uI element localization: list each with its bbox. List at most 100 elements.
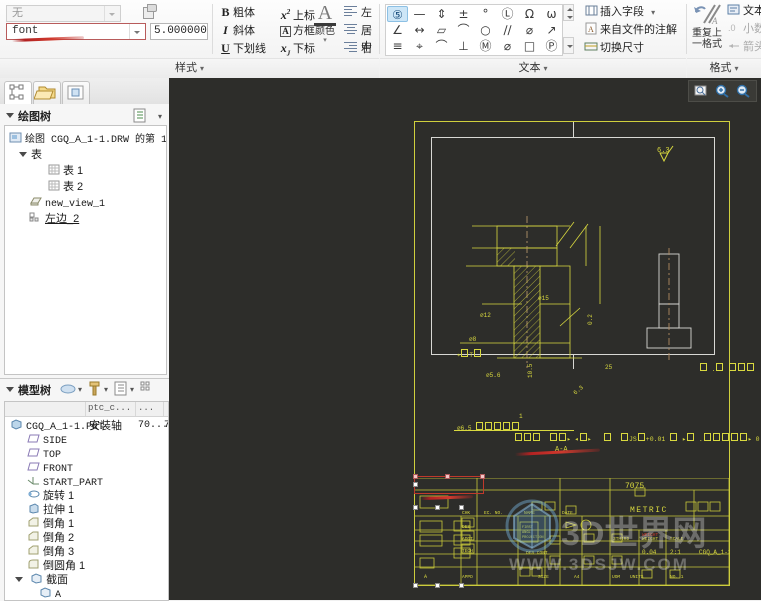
dimension-text[interactable]: ⌀15 xyxy=(538,295,549,302)
chevron-down-icon[interactable] xyxy=(19,152,27,157)
drawing-tree-node-new-view-1[interactable]: new_view_1 xyxy=(29,196,105,210)
chevron-down-icon[interactable]: ▾ xyxy=(158,112,162,121)
symbol-plusminus[interactable]: ± xyxy=(453,6,474,22)
model-tree-title[interactable]: 模型树 xyxy=(6,381,51,401)
symbol-std[interactable]: ⑤ xyxy=(387,6,408,22)
bold-button[interactable]: B 粗体 xyxy=(218,3,255,21)
toggle-dimension-button[interactable]: 切换尺寸 xyxy=(584,40,644,56)
symbol-perpendicular[interactable]: ⊥ xyxy=(453,38,474,54)
tools-icon[interactable] xyxy=(88,381,102,400)
list-settings-icon[interactable] xyxy=(133,108,147,123)
bolt-note[interactable]: . xyxy=(699,363,755,373)
chevron-down-icon[interactable] xyxy=(15,577,23,582)
section-label[interactable]: A-A xyxy=(555,447,568,454)
symbol-circularity[interactable]: ○ xyxy=(475,22,496,38)
note-from-file-button[interactable]: A 来自文件的注解 xyxy=(584,22,677,38)
zoom-out-button[interactable] xyxy=(734,83,753,99)
symbol-m-circle[interactable]: Ⓜ xyxy=(475,38,496,54)
dimension-text[interactable]: 0.2 xyxy=(587,314,594,325)
symbol-symmetry[interactable]: ↔ xyxy=(409,22,430,38)
superscript-button[interactable]: x2 上标 xyxy=(278,3,315,22)
drag-handle[interactable] xyxy=(413,583,418,588)
surface-finish-note[interactable]: 6.3 xyxy=(572,384,585,396)
folder-browser-tab[interactable] xyxy=(33,81,61,104)
zoom-in-button[interactable] xyxy=(713,83,732,99)
model-tree-row-top[interactable]: TOP xyxy=(27,447,61,461)
symbol-scroll-up[interactable] xyxy=(563,4,574,21)
symbol-profile-surface[interactable]: ⌒ xyxy=(453,22,474,38)
chevron-down-icon[interactable] xyxy=(129,24,145,39)
symbol-dash[interactable]: — xyxy=(409,6,430,22)
symbol-runout[interactable]: ⇕ xyxy=(431,6,452,22)
columns-icon[interactable] xyxy=(140,381,156,399)
align-right-icon[interactable] xyxy=(344,42,357,53)
filter-icon[interactable] xyxy=(59,382,77,399)
chevron-down-icon[interactable]: ▾ xyxy=(543,64,547,73)
model-tree-row-chamfer-1[interactable]: 倒角 1 xyxy=(27,517,74,531)
model-tree-row-round-1[interactable]: 倒圆角 1 xyxy=(27,559,85,573)
symbol-diameter[interactable]: ⌀ xyxy=(497,38,518,54)
model-tree-row-side[interactable]: SIDE xyxy=(27,433,67,447)
boxed-text-button[interactable]: A 方框 xyxy=(278,21,315,39)
chevron-down-icon[interactable]: ▾ xyxy=(78,385,82,394)
model-tree-row-start-part[interactable]: START_PART xyxy=(27,475,103,489)
underline-button[interactable]: U 下划线 xyxy=(218,39,266,57)
drawing-tree-node-table2[interactable]: 表 2 xyxy=(47,180,83,194)
text-wrap-button[interactable]: 文本换行 xyxy=(727,3,761,19)
selection-handle[interactable] xyxy=(480,474,485,479)
chevron-down-icon[interactable]: ▾ xyxy=(651,8,655,17)
italic-button[interactable]: I 斜体 xyxy=(218,21,255,39)
bolt-view[interactable] xyxy=(639,246,699,366)
symbol-arrow[interactable]: ↗ xyxy=(541,22,562,38)
symbol-counterbore[interactable]: ⌀ xyxy=(519,22,540,38)
chevron-down-icon[interactable] xyxy=(6,387,14,392)
model-tree-row-revolve-1[interactable]: 旋转 1 xyxy=(27,489,74,503)
model-tree-tab[interactable] xyxy=(4,81,32,104)
drawing-tree-node-tables[interactable]: 表 xyxy=(19,148,42,162)
symbol-palette[interactable]: ⑤ — ⇕ ± ° Ⓛ Ω ω ∠ ↔ ▱ ⌒ ○ ∕∕ ⌀ ↗ ≡ ⌖ ⌒ ⊥ xyxy=(385,4,563,56)
model-tree-row-section[interactable]: 截面 xyxy=(15,573,68,587)
font-size-input[interactable]: 5.000000 xyxy=(150,23,208,40)
zoom-toolbar[interactable] xyxy=(688,80,757,102)
drag-handle[interactable] xyxy=(435,583,440,588)
insert-field-button[interactable]: 插入字段 ▾ xyxy=(584,4,655,20)
favorites-tab[interactable] xyxy=(62,81,90,104)
zoom-window-button[interactable] xyxy=(692,83,711,99)
symbol-arc[interactable]: ⌒ xyxy=(431,38,452,54)
symbol-square[interactable]: □ xyxy=(519,38,540,54)
symbol-parallel[interactable]: ∕∕ xyxy=(497,22,518,38)
symbol-omega-small[interactable]: ω xyxy=(541,6,562,22)
drag-handle[interactable] xyxy=(459,505,464,510)
model-tree-row-extrude-1[interactable]: 拉伸 1 xyxy=(27,503,74,517)
drawing-tree-list[interactable]: 绘图 CGQ_A_1-1.DRW 的第 1 页 表 表 1 表 2 xyxy=(4,125,167,375)
drag-handle[interactable] xyxy=(459,583,464,588)
drawing-tree-node-table1[interactable]: 表 1 xyxy=(47,164,83,178)
drawing-note-line[interactable]: ▸ ◂▸ JS+0.01 ▸ .▸ 0.5 S▸ xyxy=(514,433,761,443)
text-color-button[interactable]: A 颜色 ▾ xyxy=(312,3,338,44)
model-tree-row-chamfer-3[interactable]: 倒角 3 xyxy=(27,545,74,559)
model-tree-row-front[interactable]: FRONT xyxy=(27,461,73,475)
subscript-button[interactable]: xJ 下标 xyxy=(278,39,315,57)
align-left-icon[interactable] xyxy=(344,6,357,17)
selection-handle[interactable] xyxy=(413,474,418,479)
copy-format-icon[interactable] xyxy=(141,4,159,21)
chevron-down-icon[interactable]: ▾ xyxy=(104,385,108,394)
drawing-canvas[interactable]: 6.3 ⌀15 ⌀12 ⌀8 ⌀5.6 ⌖ T 25 10.5 1 0.2 6.… xyxy=(169,78,761,600)
symbol-angle[interactable]: ∠ xyxy=(387,22,408,38)
dimension-text[interactable]: 10.5 xyxy=(527,364,534,378)
selection-handle[interactable] xyxy=(445,474,450,479)
chevron-down-icon[interactable]: ▾ xyxy=(312,37,338,44)
chevron-down-icon[interactable] xyxy=(6,113,14,118)
symbol-scroll-down[interactable] xyxy=(563,37,574,54)
dimension-text[interactable]: ⌀8 xyxy=(469,336,476,343)
drag-handle[interactable] xyxy=(413,482,418,487)
drawing-tree-node-sheet[interactable]: 绘图 CGQ_A_1-1.DRW 的第 1 页 xyxy=(9,132,166,146)
symbol-position[interactable]: ⌖ xyxy=(409,38,430,54)
align-center-icon[interactable] xyxy=(344,24,357,35)
chevron-down-icon[interactable] xyxy=(104,6,120,21)
symbol-l-circle[interactable]: Ⓛ xyxy=(497,6,518,22)
dimension-text[interactable]: ⌀5.6 xyxy=(486,372,500,379)
drawing-tree-node-left-2[interactable]: 左边_2 xyxy=(29,212,79,226)
symbol-omega[interactable]: Ω xyxy=(519,6,540,22)
symbol-parallelogram[interactable]: ▱ xyxy=(431,22,452,38)
